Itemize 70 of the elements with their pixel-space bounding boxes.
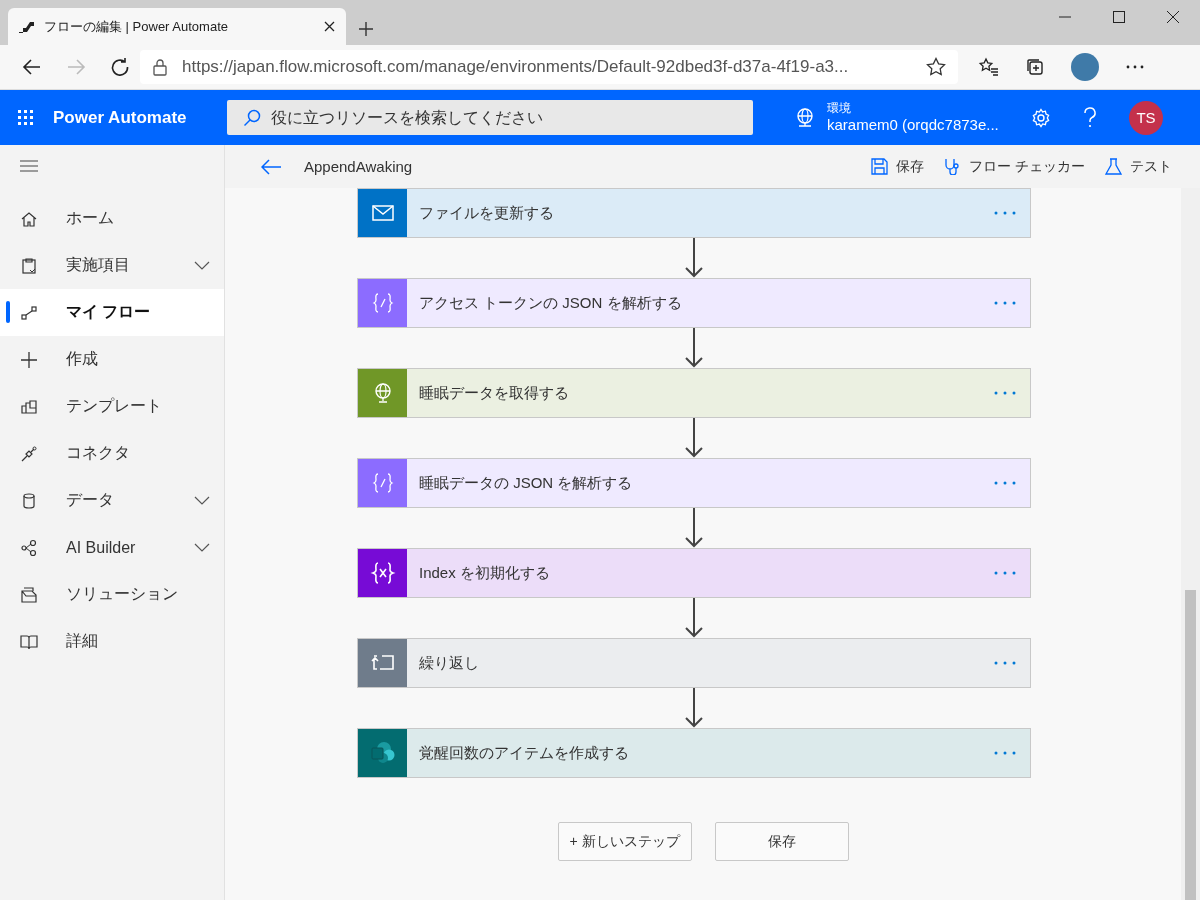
favorites-icon[interactable] [978, 57, 999, 77]
new-tab-icon[interactable] [358, 21, 374, 37]
down-arrow-icon [684, 238, 704, 278]
folder-icon [20, 585, 38, 604]
collections-icon[interactable] [1025, 57, 1045, 77]
nav-item[interactable]: ソリューション [0, 571, 224, 618]
nav-item[interactable]: 詳細 [0, 618, 224, 665]
user-avatar[interactable]: TS [1129, 100, 1163, 135]
down-arrow-icon [684, 688, 704, 728]
help-icon[interactable] [1081, 107, 1099, 128]
more-icon[interactable] [1125, 64, 1145, 70]
action-card[interactable]: 睡眠データの JSON を解析する [357, 458, 1031, 508]
nav-item[interactable]: テンプレート [0, 383, 224, 430]
book-icon [20, 632, 38, 651]
chevron-down-icon[interactable] [194, 496, 210, 505]
action-card[interactable]: ファイルを更新する [357, 188, 1031, 238]
action-card[interactable]: Index を初期化する [357, 548, 1031, 598]
url-text: https://japan.flow.microsoft.com/manage/environments/Default-92dbed3f-d37a-4f19-a3... [182, 57, 850, 77]
chevron-down-icon[interactable] [194, 543, 210, 552]
save-button[interactable]: 保存 [714, 822, 849, 861]
nav-item[interactable]: データ [0, 477, 224, 524]
clipboard-icon [20, 256, 38, 275]
chevron-down-icon[interactable] [194, 261, 210, 270]
maximize-icon[interactable] [1113, 11, 1125, 23]
save-button[interactable]: 保存 [863, 150, 933, 183]
database-icon [20, 491, 38, 510]
settings-icon[interactable] [1031, 107, 1051, 128]
app-launcher-icon[interactable] [18, 110, 33, 125]
flow-checker-button[interactable]: フロー チェッカー [936, 150, 1093, 183]
action-card[interactable]: アクセス トークンの JSON を解析する [357, 278, 1031, 328]
plug-icon [20, 444, 38, 463]
menu-icon[interactable] [20, 160, 38, 172]
nav-item[interactable]: ホーム [0, 195, 224, 242]
search-field[interactable]: 役に立つリソースを検索してください [227, 100, 753, 135]
down-arrow-icon [684, 328, 704, 368]
template-icon [20, 397, 38, 416]
nav-item[interactable]: 実施項目 [0, 242, 224, 289]
nav-item[interactable]: 作成 [0, 336, 224, 383]
lock-icon [152, 58, 168, 76]
environment-name[interactable]: karamem0 (orqdc7873e... [827, 115, 999, 133]
down-arrow-icon [684, 508, 704, 548]
environment-label: 環境 [827, 101, 852, 116]
flow-icon [20, 303, 38, 322]
new-step-button[interactable]: + 新しいステップ [557, 822, 692, 861]
tab-title: フローの編集 | Power Automate [44, 17, 229, 36]
refresh-icon[interactable] [110, 57, 130, 77]
scrollbar-thumb[interactable] [1185, 590, 1196, 900]
test-button[interactable]: テスト [1097, 150, 1180, 183]
action-card[interactable]: 繰り返し [357, 638, 1031, 688]
variable-icon [369, 560, 396, 586]
browser-tab[interactable]: フローの編集 | Power Automate [8, 8, 346, 45]
flow-name: AppendAwaking [304, 158, 414, 175]
plus-icon [20, 350, 38, 369]
down-arrow-icon [684, 598, 704, 638]
app-name: Power Automate [53, 107, 188, 128]
nav-item[interactable]: AI Builder [0, 524, 224, 571]
nodes-icon [20, 538, 38, 557]
close-icon[interactable] [323, 20, 336, 33]
back-arrow-icon[interactable] [22, 57, 42, 77]
address-bar[interactable]: https://japan.flow.microsoft.com/manage/environments/Default-92dbed3f-d37a-4f19-a3... [140, 50, 958, 84]
action-card[interactable]: 睡眠データを取得する [357, 368, 1031, 418]
down-arrow-icon [684, 418, 704, 458]
action-card[interactable]: 覚醒回数のアイテムを作成する [357, 728, 1031, 778]
nav-item[interactable]: マイ フロー [0, 289, 224, 336]
star-icon[interactable] [926, 57, 946, 77]
close-icon[interactable] [1167, 11, 1179, 23]
nav-item[interactable]: コネクタ [0, 430, 224, 477]
profile-avatar[interactable] [1071, 53, 1099, 81]
search-icon [243, 109, 261, 127]
globe-icon [795, 107, 815, 128]
